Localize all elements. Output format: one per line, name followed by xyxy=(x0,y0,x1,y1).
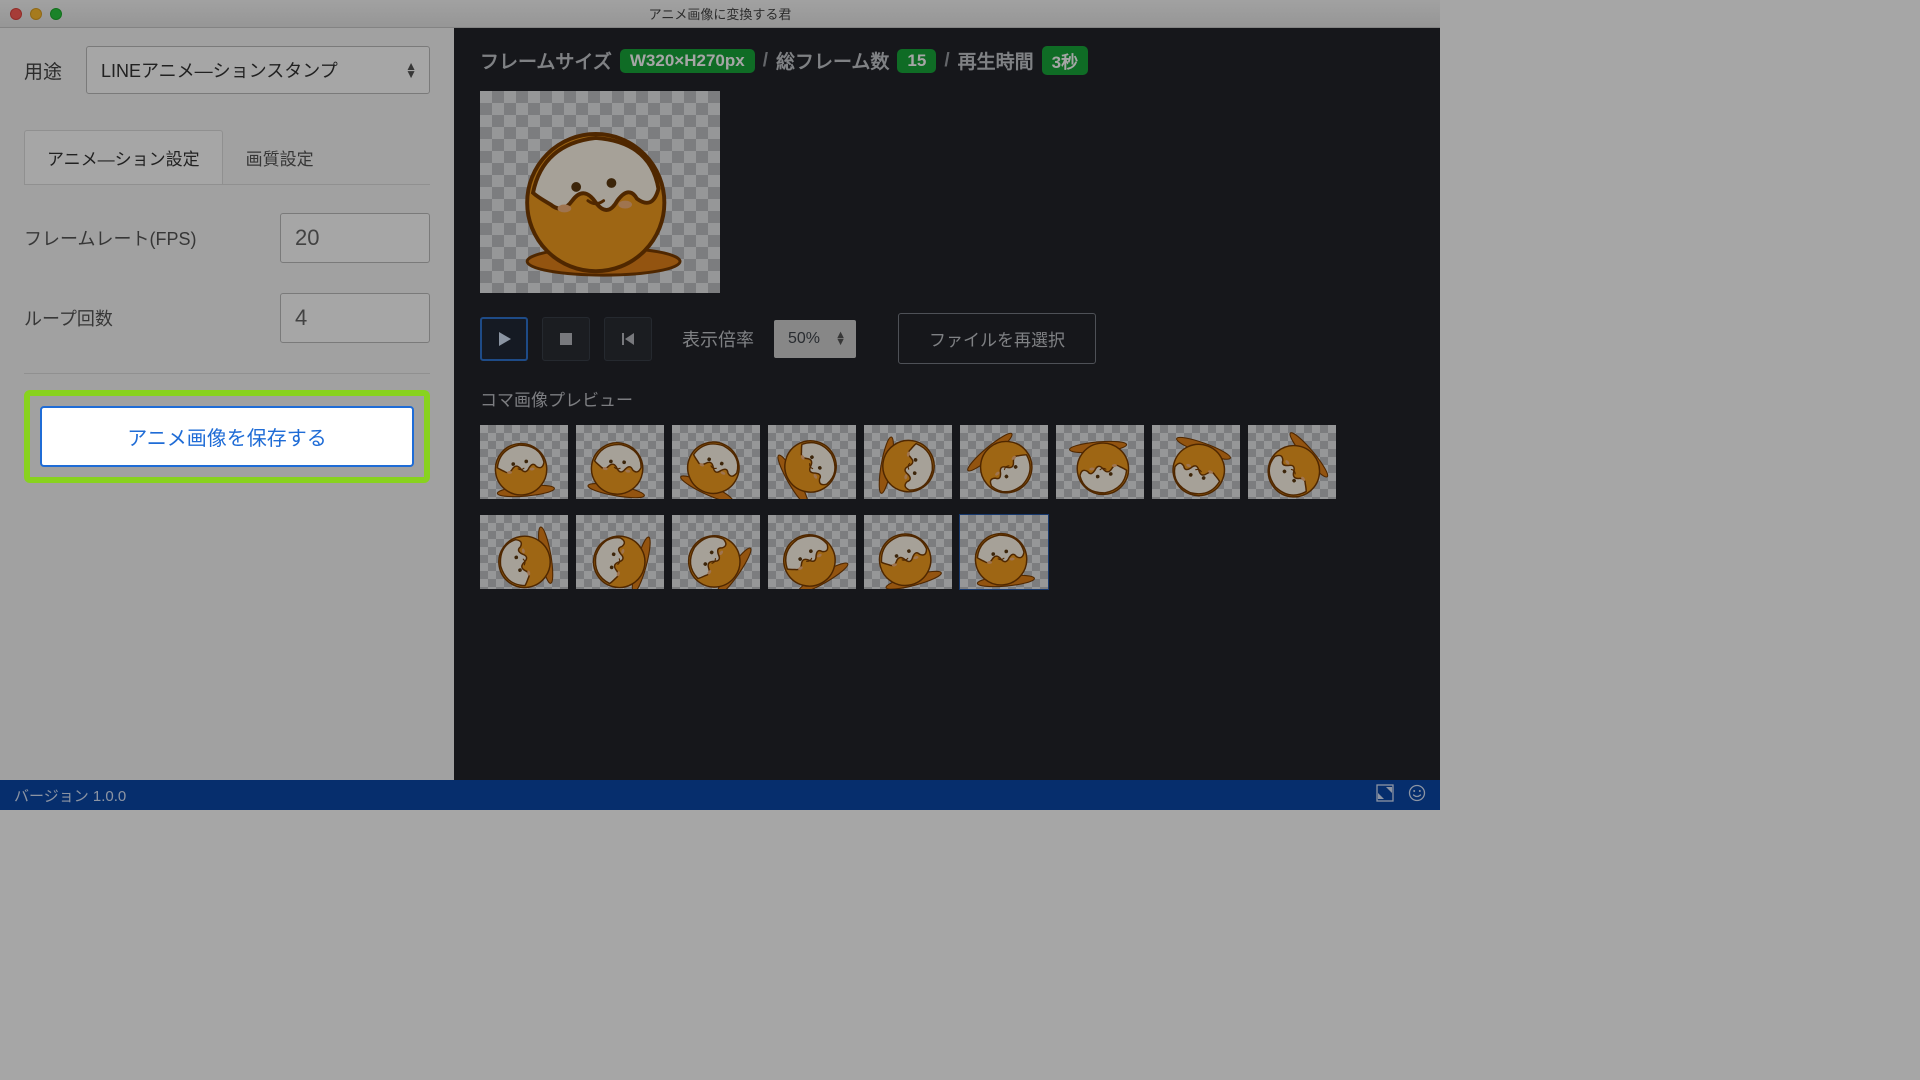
footer: バージョン 1.0.0 xyxy=(0,780,1440,810)
stop-icon xyxy=(559,332,573,346)
meta-separator: / xyxy=(944,50,949,72)
reselect-file-button[interactable]: ファイルを再選択 xyxy=(898,313,1096,364)
fps-input[interactable] xyxy=(280,213,430,263)
save-animation-button[interactable]: アニメ画像を保存する xyxy=(40,406,414,467)
playback-controls: 表示倍率 50% ▲▼ ファイルを再選択 xyxy=(480,313,1414,364)
titlebar: アニメ画像に変換する君 xyxy=(0,0,1440,28)
duration-badge: 3秒 xyxy=(1042,46,1088,75)
frame-thumb[interactable] xyxy=(768,425,856,499)
smiley-icon[interactable] xyxy=(1408,784,1426,806)
frame-thumb[interactable] xyxy=(768,515,856,589)
chevron-up-down-icon: ▲▼ xyxy=(835,332,846,346)
sidebar: 用途 LINEアニメ―ションスタンプ ▲▼ アニメ―ション設定 画質設定 フレー… xyxy=(0,28,454,780)
play-button[interactable] xyxy=(480,317,528,361)
minimize-window-button[interactable] xyxy=(30,8,42,20)
meta-separator: / xyxy=(763,50,768,72)
frame-thumb[interactable] xyxy=(864,515,952,589)
frames-list xyxy=(480,425,1414,589)
loop-input[interactable] xyxy=(280,293,430,343)
frame-thumb[interactable] xyxy=(576,515,664,589)
loop-label: ループ回数 xyxy=(24,305,113,331)
save-highlight: アニメ画像を保存する xyxy=(24,390,430,483)
close-window-button[interactable] xyxy=(10,8,22,20)
frame-thumb[interactable] xyxy=(1152,425,1240,499)
window-title: アニメ画像に変換する君 xyxy=(0,4,1440,23)
frame-thumb[interactable] xyxy=(864,425,952,499)
divider xyxy=(24,373,430,374)
meta-bar: フレームサイズ W320×H270px / 総フレーム数 15 / 再生時間 3… xyxy=(480,46,1414,75)
total-frames-label: 総フレーム数 xyxy=(776,47,889,74)
stop-button[interactable] xyxy=(542,317,590,361)
version-label: バージョン 1.0.0 xyxy=(14,785,126,806)
tab-animation-settings[interactable]: アニメ―ション設定 xyxy=(24,130,223,184)
frame-thumb[interactable] xyxy=(576,425,664,499)
fps-label: フレームレート(FPS) xyxy=(24,225,196,251)
frame-thumb[interactable] xyxy=(1248,425,1336,499)
play-icon xyxy=(496,331,512,347)
preview-canvas xyxy=(480,91,720,293)
frame-thumb[interactable] xyxy=(480,425,568,499)
zoom-window-button[interactable] xyxy=(50,8,62,20)
frame-thumb[interactable] xyxy=(672,425,760,499)
frame-thumb[interactable] xyxy=(480,515,568,589)
tab-quality-settings[interactable]: 画質設定 xyxy=(223,130,337,184)
settings-tabs: アニメ―ション設定 画質設定 xyxy=(24,130,430,185)
logo-icon xyxy=(1376,784,1394,806)
duration-label: 再生時間 xyxy=(958,47,1034,74)
chevron-up-down-icon: ▲▼ xyxy=(405,62,417,78)
zoom-select-value: 50% xyxy=(788,330,820,347)
purpose-label: 用途 xyxy=(24,57,62,84)
zoom-select[interactable]: 50% ▲▼ xyxy=(774,320,856,358)
frame-size-badge: W320×H270px xyxy=(620,49,755,73)
frame-thumb[interactable] xyxy=(1056,425,1144,499)
zoom-label: 表示倍率 xyxy=(682,326,754,352)
purpose-select[interactable]: LINEアニメ―ションスタンプ ▲▼ xyxy=(86,46,430,94)
frame-thumb[interactable] xyxy=(672,515,760,589)
total-frames-badge: 15 xyxy=(897,49,936,73)
frame-size-label: フレームサイズ xyxy=(480,47,612,74)
skip-back-button[interactable] xyxy=(604,317,652,361)
purpose-select-value: LINEアニメ―ションスタンプ xyxy=(101,61,338,81)
frames-preview-title: コマ画像プレビュー xyxy=(480,386,1414,411)
frame-thumb[interactable] xyxy=(960,425,1048,499)
frame-thumb[interactable] xyxy=(960,515,1048,589)
skip-back-icon xyxy=(620,331,636,347)
preview-pane: フレームサイズ W320×H270px / 総フレーム数 15 / 再生時間 3… xyxy=(454,28,1440,780)
